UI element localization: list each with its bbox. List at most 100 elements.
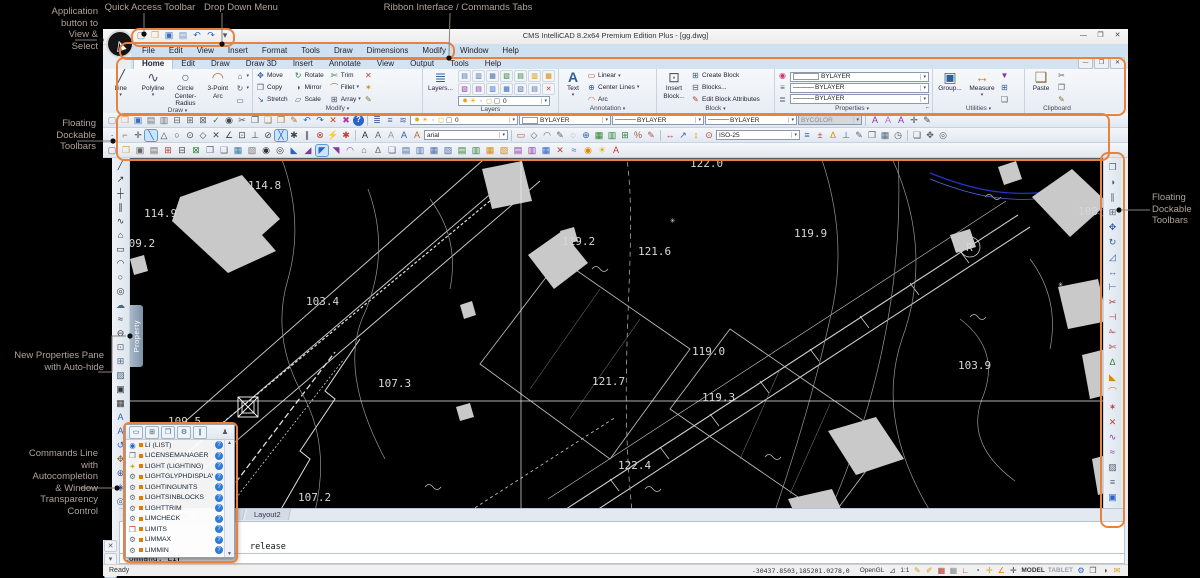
qat-more-icon[interactable]: ▾ — [219, 30, 231, 41]
create-block-icon[interactable]: ⊞Create Block — [691, 71, 760, 81]
trim2-icon[interactable]: ✂ — [1107, 297, 1119, 308]
help-icon[interactable]: ? — [353, 115, 364, 126]
freeze-icon[interactable]: ▫ — [429, 115, 437, 126]
layer-on-icon[interactable]: ▤ — [458, 70, 471, 82]
polyline-icon[interactable]: ∿ — [115, 216, 127, 227]
oops-icon[interactable]: ✖ — [340, 115, 352, 126]
close-cmdbar-icon[interactable]: ✕ — [104, 540, 117, 552]
status-scale[interactable]: 1:1 — [900, 567, 909, 574]
view-bottom-icon[interactable]: ◢ — [302, 145, 314, 156]
lwt-icon[interactable]: ∠ — [996, 566, 1006, 576]
rotate-icon[interactable]: ↻Rotate — [294, 71, 324, 81]
move2-icon[interactable]: ✥ — [1107, 222, 1119, 233]
lengthen-icon[interactable]: ⊢ — [1107, 282, 1119, 293]
layer-on2-icon[interactable]: ▤ — [456, 145, 468, 156]
linetype-combo-toolbar[interactable]: ————BYLAYER▾ — [612, 115, 704, 125]
mtext-icon[interactable]: A — [882, 115, 894, 126]
dim-update-icon[interactable]: ❒ — [866, 130, 878, 141]
layer-copy2-icon[interactable]: ▤ — [512, 145, 524, 156]
ribbon-tab-insert[interactable]: Insert — [285, 58, 321, 69]
sheet-icon[interactable]: ▢ — [106, 145, 118, 156]
window-mode-icon[interactable]: ▭ — [129, 426, 143, 439]
pause-icon[interactable]: ∥ — [193, 426, 207, 439]
panel-footer-properties[interactable]: Properties ▾ ⌐ — [778, 105, 929, 113]
layer-walk-icon[interactable]: ▥ — [486, 83, 499, 95]
layer-color-icon[interactable]: ▢ — [493, 96, 501, 107]
snap-intersection-icon[interactable]: ✕ — [210, 130, 222, 141]
layer-freeze-icon[interactable]: ▦ — [486, 70, 499, 82]
layout-switch-icon[interactable]: ❒ — [1088, 566, 1098, 576]
scale2-icon[interactable]: ◿ — [1107, 252, 1119, 263]
scroll-down-icon[interactable]: ▼ — [227, 551, 232, 557]
break-icon[interactable]: ✁ — [1107, 327, 1119, 338]
command-input[interactable]: Command: LI — [119, 554, 1125, 564]
autocomplete-item[interactable]: ❒LIMITS? — [126, 524, 225, 535]
align-icon[interactable]: ≡ — [1107, 477, 1119, 488]
close-icon[interactable]: ✕ — [1109, 29, 1126, 42]
revcloud-icon[interactable]: ◠ — [541, 130, 553, 141]
linetype-icon[interactable]: ≡ — [778, 82, 787, 92]
grid-icon[interactable]: ▦ — [936, 566, 946, 576]
layer-iso-icon[interactable]: ▤ — [400, 145, 412, 156]
panel-footer-modify[interactable]: Modify ▾ — [256, 105, 419, 113]
plot-icon[interactable]: ⊟ — [171, 115, 183, 126]
menu-view[interactable]: View — [190, 46, 221, 55]
make-block-icon[interactable]: ⊞ — [115, 356, 127, 367]
freeze-icon[interactable]: ▫ — [477, 96, 485, 107]
rectangle-tool-icon[interactable]: ▭ — [515, 130, 527, 141]
esnap-icon[interactable]: ✎ — [912, 566, 922, 576]
blocks-icon[interactable]: ⊟Blocks... — [691, 82, 760, 92]
minimize-icon[interactable]: — — [1075, 29, 1092, 42]
insert-block-button[interactable]: ⊡InsertBlock... — [660, 70, 688, 105]
revcloud2-icon[interactable]: ☁ — [115, 300, 127, 311]
linetype-combo[interactable]: ————BYLAYER▾ — [790, 83, 929, 93]
array2-icon[interactable]: ⊞ — [1107, 207, 1119, 218]
sun-icon[interactable]: ☀ — [421, 115, 429, 126]
layer-delete2-icon[interactable]: ✕ — [554, 145, 566, 156]
camera-view-icon[interactable]: ◎ — [274, 145, 286, 156]
ribbon-tab-draw[interactable]: Draw — [203, 58, 238, 69]
table-icon[interactable]: ▦ — [593, 130, 605, 141]
snap-insertion-icon[interactable]: ⊡ — [236, 130, 248, 141]
autocomplete-item[interactable]: ⚙LIGHTSINBLOCKS? — [126, 493, 225, 504]
dim-arc-icon[interactable]: ◠Arc — [587, 94, 639, 104]
layer-off-icon[interactable]: ▥ — [472, 70, 485, 82]
annotate-plus-icon[interactable]: ✛ — [908, 115, 920, 126]
annot-vis-icon[interactable]: ✐ — [924, 566, 934, 576]
annotation-scale-icon[interactable]: ⊿ — [887, 566, 897, 576]
arc-icon[interactable]: ◠ — [115, 258, 127, 269]
zoom-realtime-icon[interactable]: ◎ — [937, 130, 949, 141]
trim-icon[interactable]: ✄Trim — [330, 71, 361, 81]
circle-button[interactable]: ○CircleCenter-Radius — [171, 70, 200, 107]
camera-icon[interactable]: ◉ — [260, 145, 272, 156]
color-combo-toolbar[interactable]: BYLAYER▾ — [519, 115, 611, 125]
quick-select-icon[interactable]: ▼ — [1000, 71, 1009, 81]
match-properties-icon[interactable]: ✎ — [288, 115, 300, 126]
snap-quadrant-icon[interactable]: ◇ — [197, 130, 209, 141]
menu-file[interactable]: File — [135, 46, 162, 55]
redo-icon[interactable]: ↷ — [205, 30, 217, 41]
redo-icon[interactable]: ↷ — [314, 115, 326, 126]
text-scale-icon[interactable]: A — [411, 130, 423, 141]
pan-icon[interactable]: ✥ — [924, 130, 936, 141]
menu-window[interactable]: Window — [453, 46, 495, 55]
match-layer-icon[interactable]: ≈ — [568, 145, 580, 156]
snap-node-icon[interactable]: ⊙ — [184, 130, 196, 141]
snap-center-icon[interactable]: ○ — [171, 130, 183, 141]
mdi-restore-icon[interactable]: ❐ — [1094, 57, 1109, 69]
status-opengl[interactable]: OpenGL — [860, 567, 885, 574]
snap-tangent-icon[interactable]: ⊘ — [262, 130, 274, 141]
publish-icon[interactable]: ⊠ — [197, 115, 209, 126]
ellipse-icon[interactable]: ⊖ — [115, 328, 127, 339]
menu-edit[interactable]: Edit — [162, 46, 190, 55]
layer-off2-icon[interactable]: ▦ — [428, 145, 440, 156]
fillet2-icon[interactable]: ⌒ — [1107, 387, 1119, 398]
layer-isolate-icon[interactable]: ▦ — [542, 70, 555, 82]
measure-button[interactable]: ↔Measure▾ — [967, 70, 997, 105]
cut-icon[interactable]: ✂ — [1057, 71, 1066, 81]
layer-vpfreeze-icon[interactable]: ▦ — [540, 145, 552, 156]
application-button[interactable]: ◮ — [106, 30, 134, 58]
viewport-lock-icon[interactable]: ⊟ — [176, 145, 188, 156]
text-edit-icon[interactable]: A — [895, 115, 907, 126]
text-style-icon[interactable]: A — [869, 115, 881, 126]
